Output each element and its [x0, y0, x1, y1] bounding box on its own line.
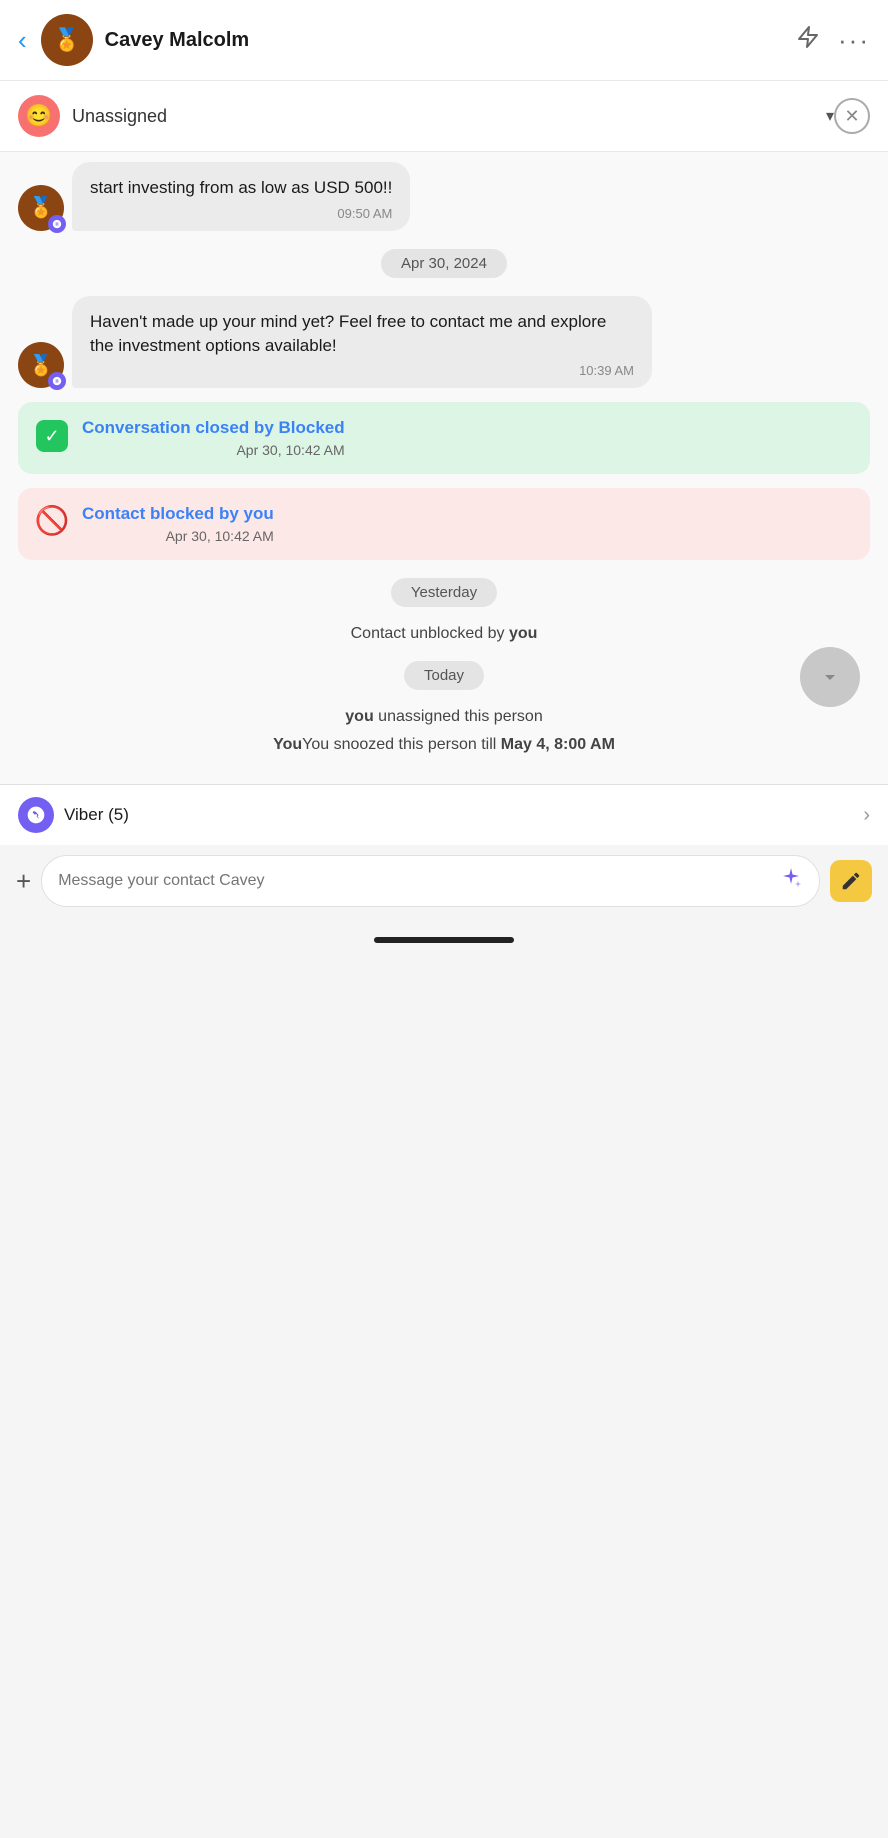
chat-area: 🏅 start investing from as low as USD 500…: [0, 152, 888, 784]
header: ‹ 🏅 Cavey Malcolm ···: [0, 0, 888, 81]
message-bubble: start investing from as low as USD 500!!…: [72, 162, 410, 231]
message-row-2: 🏅 Haven't made up your mind yet? Feel fr…: [18, 296, 870, 389]
assign-emoji-symbol: 😊: [25, 103, 52, 129]
header-icons: ···: [796, 25, 870, 56]
message-time: 09:50 AM: [90, 206, 392, 221]
assign-avatar: 😊: [18, 95, 60, 137]
viber-icon: [18, 797, 54, 833]
block-icon: 🚫: [36, 504, 68, 536]
event-actor: Blocked: [279, 418, 345, 437]
viber-chevron-icon: ›: [863, 804, 870, 827]
more-icon[interactable]: ···: [838, 25, 870, 56]
blocked-actor: you: [244, 504, 274, 523]
message-text-2: Haven't made up your mind yet? Feel free…: [90, 310, 634, 358]
avatar: 🏅: [41, 14, 93, 66]
blocked-event-time: Apr 30, 10:42 AM: [82, 528, 274, 544]
note-button[interactable]: [830, 860, 872, 902]
unassigned-event: you unassigned this person: [18, 708, 870, 726]
event-time: Apr 30, 10:42 AM: [82, 442, 345, 458]
message-text: start investing from as low as USD 500!!: [90, 176, 392, 200]
assign-chevron-icon[interactable]: ▾: [826, 106, 834, 126]
viber-left: Viber (5): [18, 797, 129, 833]
lightning-icon[interactable]: [796, 25, 820, 55]
today-pill: Today: [404, 661, 484, 690]
contact-avatar-2: 🏅: [18, 342, 64, 388]
event-title: Conversation closed by Blocked: [82, 418, 345, 438]
message-input[interactable]: [58, 872, 769, 890]
contact-name: Cavey Malcolm: [105, 29, 796, 52]
avatar-emoji: 🏅: [53, 27, 80, 53]
message-row: 🏅 start investing from as low as USD 500…: [18, 162, 870, 231]
unblocked-actor: you: [509, 625, 537, 642]
snoozed-prefix: You snoozed this person till: [302, 736, 501, 753]
date-divider-yesterday: Yesterday: [18, 578, 870, 607]
viber-badge-2: [48, 372, 66, 390]
blocked-event-title: Contact blocked by you: [82, 504, 274, 524]
date-divider-apr30: Apr 30, 2024: [18, 249, 870, 278]
blocked-title-text: Contact blocked by: [82, 504, 244, 523]
assign-close-button[interactable]: ✕: [834, 98, 870, 134]
assign-label: Unassigned: [72, 106, 820, 127]
snoozed-you: You: [273, 736, 302, 753]
blocked-event-content: Contact blocked by you Apr 30, 10:42 AM: [82, 504, 274, 544]
date-pill: Apr 30, 2024: [381, 249, 507, 278]
snoozed-event: YouYou snoozed this person till May 4, 8…: [18, 736, 870, 754]
yesterday-pill: Yesterday: [391, 578, 497, 607]
unassigned-actor: you: [345, 708, 373, 725]
home-bar: [0, 925, 888, 949]
event-content: Conversation closed by Blocked Apr 30, 1…: [82, 418, 345, 458]
conversation-closed-event: ✓ Conversation closed by Blocked Apr 30,…: [18, 402, 870, 474]
back-button[interactable]: ‹: [18, 25, 27, 56]
message-input-wrap: [41, 855, 820, 907]
ai-sparkle-icon[interactable]: [779, 866, 803, 896]
contact-blocked-event: 🚫 Contact blocked by you Apr 30, 10:42 A…: [18, 488, 870, 560]
event-title-text: Conversation closed by: [82, 418, 279, 437]
check-icon: ✓: [36, 420, 68, 452]
close-icon: ✕: [844, 106, 859, 127]
message-bubble-2: Haven't made up your mind yet? Feel free…: [72, 296, 652, 389]
message-time-2: 10:39 AM: [90, 363, 634, 378]
add-attachment-button[interactable]: +: [16, 866, 31, 897]
viber-badge: [48, 215, 66, 233]
contact-avatar: 🏅: [18, 185, 64, 231]
home-indicator: [374, 937, 514, 943]
viber-label: Viber (5): [64, 805, 129, 825]
date-divider-today: Today: [18, 661, 870, 690]
input-bar: +: [0, 845, 888, 925]
unblocked-text: Contact unblocked by: [351, 625, 509, 642]
viber-bar[interactable]: Viber (5) ›: [0, 784, 888, 845]
unassigned-text: unassigned this person: [374, 708, 543, 725]
unblocked-event: Contact unblocked by you: [18, 625, 870, 643]
snoozed-date: May 4, 8:00 AM: [501, 736, 615, 753]
scroll-to-bottom-button[interactable]: [800, 647, 860, 707]
assign-bar: 😊 Unassigned ▾ ✕: [0, 81, 888, 152]
